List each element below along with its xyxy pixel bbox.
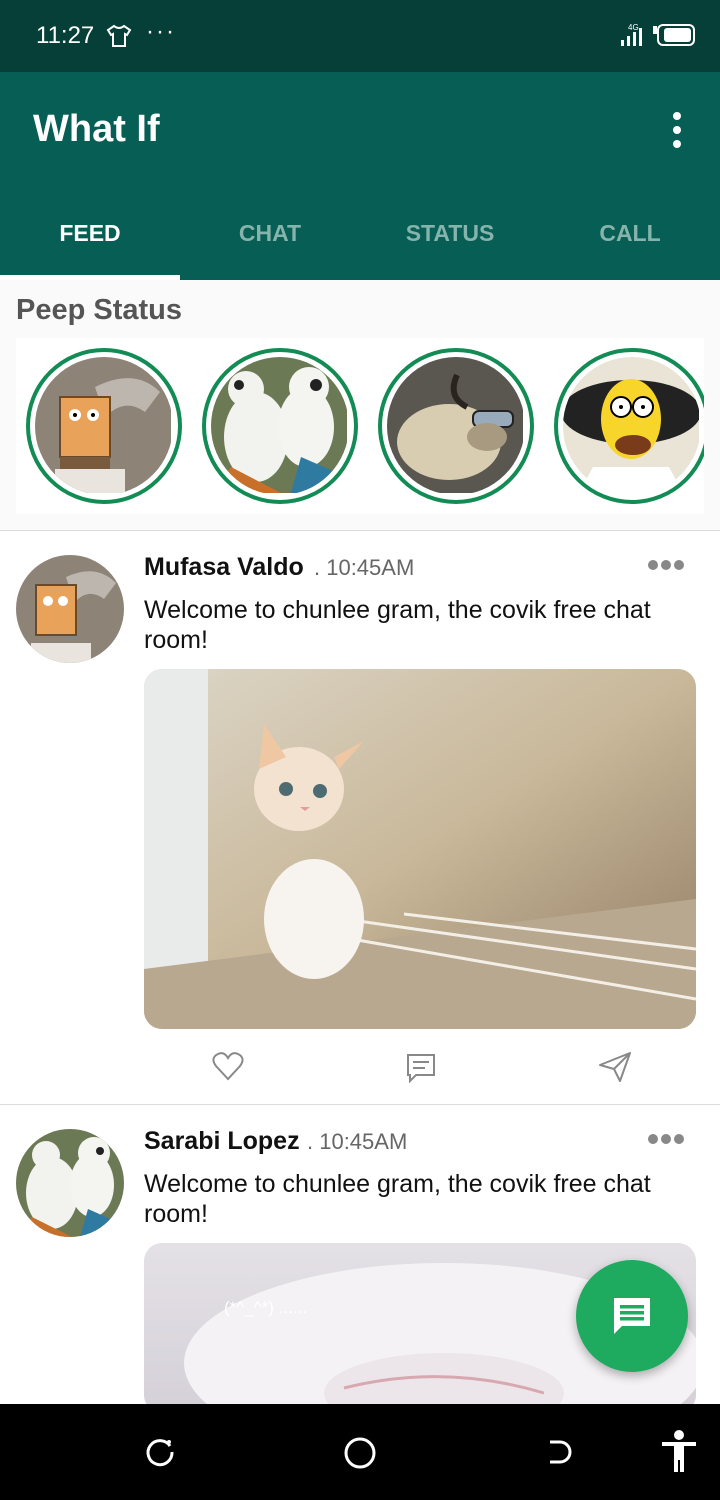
tab-feed[interactable]: FEED	[0, 200, 180, 280]
post-author[interactable]: Mufasa Valdo	[144, 553, 304, 582]
avatar[interactable]	[16, 1129, 124, 1237]
tab-bar: FEED CHAT STATUS CALL	[0, 200, 720, 280]
new-chat-button[interactable]	[576, 1260, 688, 1372]
post-text: Welcome to chunlee gram, the covik free …	[144, 1170, 651, 1228]
homer-avatar	[563, 357, 701, 495]
chat-icon	[614, 1298, 650, 1334]
peep-status-title: Peep Status	[16, 294, 182, 326]
post-text: Welcome to chunlee gram, the covik free …	[144, 596, 651, 654]
photo-caption: (*^_^*) ......	[224, 1298, 307, 1317]
tshirt-icon	[106, 24, 132, 53]
tab-indicator	[0, 275, 180, 280]
send-icon[interactable]	[598, 1051, 632, 1088]
fluffy-creature-avatar	[387, 357, 525, 495]
app-title: What If	[33, 108, 160, 150]
status-spongebob[interactable]	[26, 348, 182, 504]
post-time: . 10:45AM	[314, 555, 415, 580]
status-panda[interactable]	[202, 348, 358, 504]
navigation-bar	[0, 1404, 720, 1500]
status-overflow: ···	[146, 18, 176, 45]
status-time: 11:27	[36, 22, 95, 49]
post-time: . 10:45AM	[307, 1129, 408, 1154]
feed-post: Mufasa Valdo . 10:45AM Welcome to chunle…	[0, 531, 720, 1104]
kitten-photo	[144, 669, 696, 1029]
svg-text:4G: 4G	[628, 23, 639, 32]
back-icon[interactable]	[544, 1436, 576, 1473]
tab-status[interactable]: STATUS	[360, 200, 540, 280]
more-vert-icon[interactable]	[660, 108, 694, 152]
more-horiz-icon[interactable]	[648, 1131, 687, 1149]
tab-call[interactable]: CALL	[540, 200, 720, 280]
status-homer[interactable]	[554, 348, 704, 504]
tab-chat[interactable]: CHAT	[180, 200, 360, 280]
status-bar: 11:27 ··· 4G	[0, 0, 720, 72]
more-horiz-icon[interactable]	[648, 557, 687, 575]
status-fluffy[interactable]	[378, 348, 534, 504]
recent-apps-icon[interactable]	[144, 1436, 176, 1473]
accessibility-icon[interactable]	[660, 1430, 698, 1479]
home-icon[interactable]	[343, 1436, 377, 1475]
spongebob-avatar	[35, 357, 173, 495]
avatar[interactable]	[16, 555, 124, 663]
post-image[interactable]	[144, 669, 696, 1029]
app-bar: What If FEED CHAT STATUS CALL	[0, 72, 720, 280]
heart-icon[interactable]	[212, 1051, 244, 1086]
post-author[interactable]: Sarabi Lopez	[144, 1127, 300, 1156]
comment-icon[interactable]	[406, 1053, 436, 1088]
status-strip[interactable]	[16, 338, 704, 514]
signal-icon: 4G	[620, 22, 646, 53]
panda-avatar	[211, 357, 349, 495]
battery-icon	[652, 24, 696, 51]
